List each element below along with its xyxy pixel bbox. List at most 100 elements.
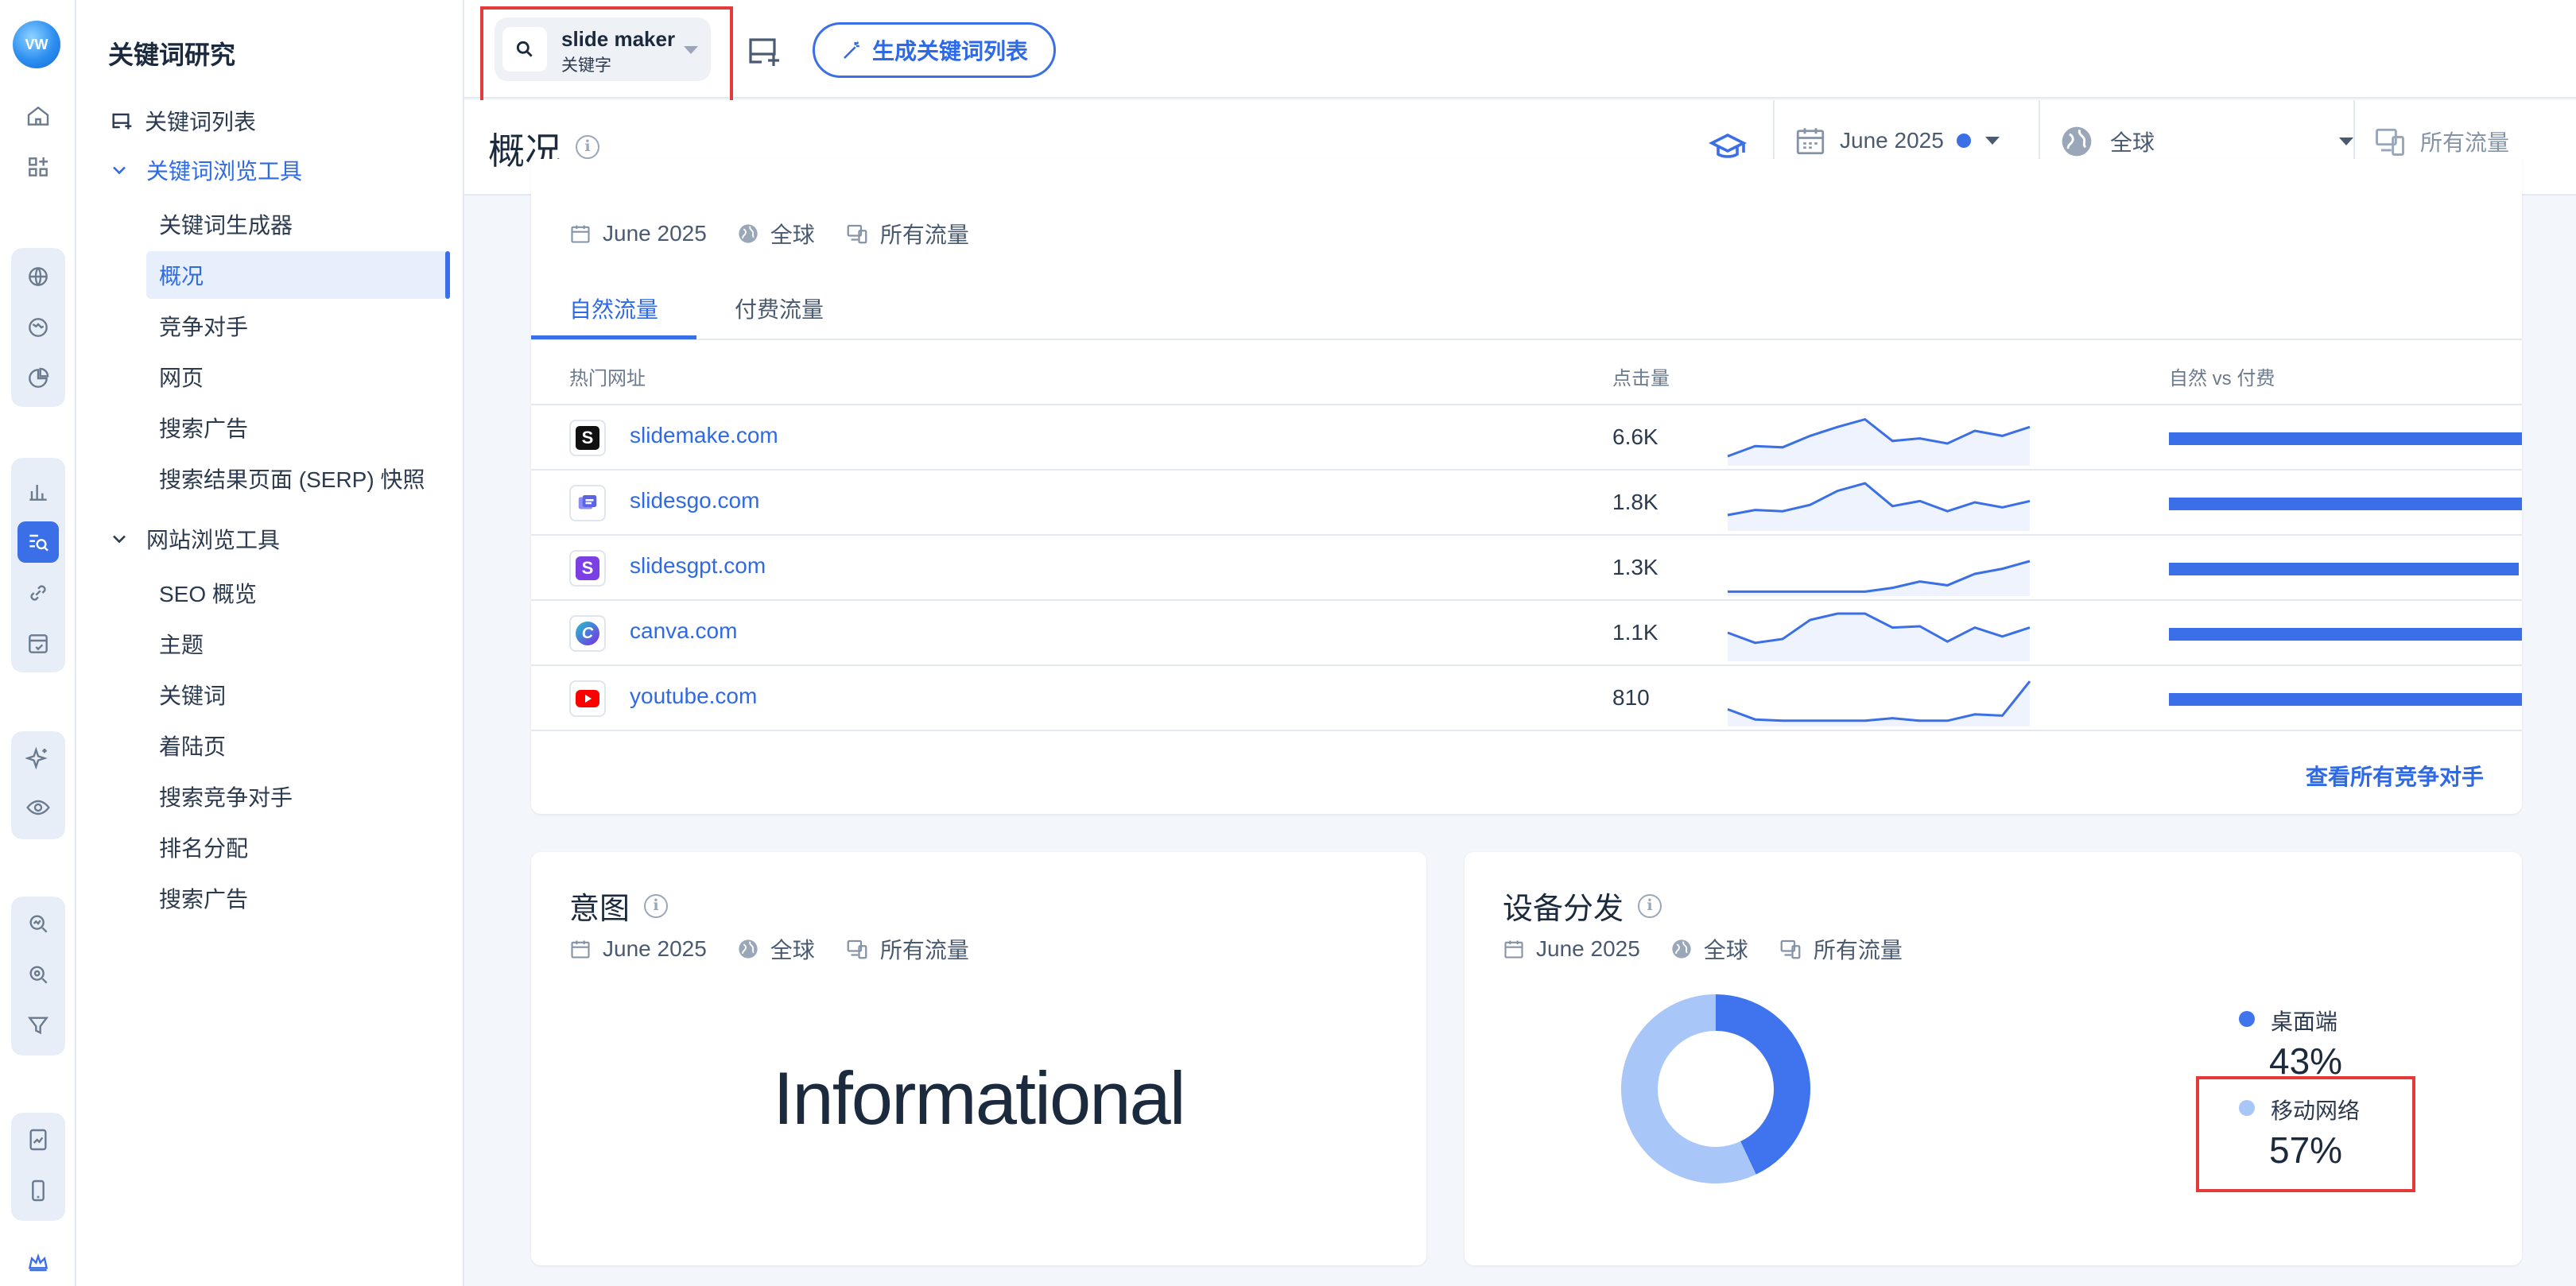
device-donut-chart xyxy=(1621,994,1810,1183)
sidebar-item-competitors[interactable]: 竞争对手 xyxy=(159,310,248,342)
report-icon[interactable] xyxy=(17,1119,59,1160)
add-to-list-button[interactable] xyxy=(739,30,787,72)
globe-icon[interactable] xyxy=(17,256,59,297)
search-trend-icon[interactable] xyxy=(17,903,59,944)
sidebar-group-keyword-tools[interactable]: 关键词浏览工具 xyxy=(108,154,302,186)
pie-chart-icon[interactable] xyxy=(17,358,59,399)
globe-icon xyxy=(2062,126,2092,157)
meta-region: 全球 xyxy=(770,223,815,247)
sidebar-item-landing-pages[interactable]: 着陆页 xyxy=(159,730,226,761)
table-row: S slidemake.com 6.6K xyxy=(531,405,2522,471)
list-icon xyxy=(112,113,132,130)
info-icon[interactable]: i xyxy=(644,893,669,918)
see-all-competitors-link[interactable]: 查看所有竞争对手 xyxy=(2306,760,2484,792)
site-clicks: 1.3K xyxy=(1612,555,1658,579)
sparkline-area xyxy=(1728,483,2030,531)
devices-icon xyxy=(847,939,867,959)
traffic-filter[interactable]: 所有流量 xyxy=(2372,124,2509,159)
sidebar-item-topics[interactable]: 主题 xyxy=(159,628,204,660)
site-link[interactable]: slidesgo.com xyxy=(630,488,759,513)
app-logo[interactable]: VW xyxy=(13,21,60,68)
region-filter[interactable]: 全球 xyxy=(2059,124,2355,159)
home-icon[interactable] xyxy=(17,95,59,137)
sidebar-group-label: 网站浏览工具 xyxy=(146,528,281,552)
devices-icon xyxy=(1780,939,1801,959)
info-icon[interactable]: i xyxy=(576,135,599,159)
sidebar-item-keywords[interactable]: 关键词 xyxy=(159,679,226,711)
organic-vs-paid-bar xyxy=(2169,628,2522,641)
crown-icon[interactable] xyxy=(17,1243,59,1284)
tab-organic[interactable]: 自然流量 xyxy=(569,292,658,324)
sidebar-item-overview[interactable]: 概况 xyxy=(159,259,204,291)
devices-icon xyxy=(2376,128,2404,156)
donut-slice-mobile xyxy=(1621,994,1756,1183)
calendar-icon xyxy=(571,940,590,959)
trend-sparkline xyxy=(1727,482,2031,531)
organic-vs-paid-bar xyxy=(2169,432,2522,445)
sidebar-group-website-tools[interactable]: 网站浏览工具 xyxy=(108,523,280,555)
meta-traffic: 所有流量 xyxy=(879,223,969,247)
highlight-box-keyword xyxy=(480,6,733,110)
sidebar-item-search-competitors[interactable]: 搜索竞争对手 xyxy=(159,781,293,812)
donut-slice-desktop xyxy=(1715,994,1810,1175)
date-filter[interactable]: June 2025 xyxy=(1794,124,2001,157)
filter-icon[interactable] xyxy=(17,1005,59,1046)
icon-rail: VW xyxy=(0,0,76,1286)
organic-vs-paid-bar xyxy=(2169,498,2522,510)
table-row: C canva.com 1.1K xyxy=(531,601,2522,666)
site-clicks: 6.6K xyxy=(1612,424,1658,449)
world-chart-icon[interactable] xyxy=(17,307,59,348)
sidebar-item-keyword-list[interactable]: 关键词列表 xyxy=(108,105,256,137)
target-search-icon[interactable] xyxy=(17,954,59,995)
eye-icon[interactable] xyxy=(17,787,59,828)
tab-paid[interactable]: 付费流量 xyxy=(735,292,824,324)
site-clicks: 1.1K xyxy=(1612,620,1658,645)
info-icon[interactable]: i xyxy=(1638,893,1662,918)
active-tab-underline xyxy=(531,335,696,339)
meta-date: June 2025 xyxy=(603,936,707,961)
site-link[interactable]: slidemake.com xyxy=(630,423,778,448)
sidebar-item-rank-distribution[interactable]: 排名分配 xyxy=(159,831,248,863)
intent-card: 意图 i June 2025 全球 所有流量 Informational xyxy=(531,852,1426,1265)
meta-date: June 2025 xyxy=(1536,936,1640,961)
bar-chart-icon[interactable] xyxy=(17,471,59,512)
intent-value: Informational xyxy=(773,1056,1185,1140)
generate-keyword-list-button[interactable]: 生成关键词列表 xyxy=(813,22,1056,78)
magic-wand-icon xyxy=(844,41,859,59)
sparkline-line xyxy=(1727,680,2031,722)
generate-button-label: 生成关键词列表 xyxy=(871,39,1028,64)
site-link[interactable]: slidesgpt.com xyxy=(630,553,766,579)
audit-icon[interactable] xyxy=(17,623,59,664)
sidebar-item-webpages[interactable]: 网页 xyxy=(159,361,204,393)
card-meta: June 2025 全球 所有流量 xyxy=(569,218,969,250)
trend-sparkline xyxy=(1728,560,2031,596)
sidebar-item-keyword-generator[interactable]: 关键词生成器 xyxy=(159,208,293,240)
slidemake-favicon: S xyxy=(569,420,606,456)
top-websites-card: June 2025 全球 所有流量 自然流量 付费流量 热门网址 点击量 自然 … xyxy=(531,159,2522,814)
apps-icon[interactable] xyxy=(17,146,59,188)
globe-icon xyxy=(739,939,758,959)
slidesgo-favicon xyxy=(569,485,606,521)
meta-region: 全球 xyxy=(770,938,815,963)
calendar-icon xyxy=(571,225,590,243)
site-link[interactable]: youtube.com xyxy=(630,684,757,709)
calendar-icon xyxy=(1504,940,1523,959)
devices-icon xyxy=(847,224,867,244)
sidebar-item-seo-overview[interactable]: SEO 概览 xyxy=(159,577,257,609)
sparkle-icon[interactable] xyxy=(17,738,59,779)
card-title-text: 意图 xyxy=(569,893,630,926)
column-header-ratio: 自然 vs 付费 xyxy=(2169,368,2275,389)
site-link[interactable]: canva.com xyxy=(630,618,737,644)
mobile-icon[interactable] xyxy=(17,1170,59,1211)
sidebar-item-search-ads[interactable]: 搜索广告 xyxy=(159,412,248,444)
chevron-down-icon xyxy=(113,535,126,544)
legend-dot-desktop xyxy=(2239,1011,2255,1027)
sidebar-item-serp-snapshot[interactable]: 搜索结果页面 (SERP) 快照 xyxy=(159,463,425,494)
traffic-filter-value: 所有流量 xyxy=(2420,130,2510,155)
keyword-research-icon[interactable] xyxy=(17,521,59,563)
link-icon[interactable] xyxy=(17,572,59,614)
organic-vs-paid-bar xyxy=(2169,563,2519,575)
sidebar-item-website-search-ads[interactable]: 搜索广告 xyxy=(159,882,248,914)
table-row: S slidesgpt.com 1.3K xyxy=(531,536,2522,601)
column-header-clicks: 点击量 xyxy=(1612,368,1670,389)
